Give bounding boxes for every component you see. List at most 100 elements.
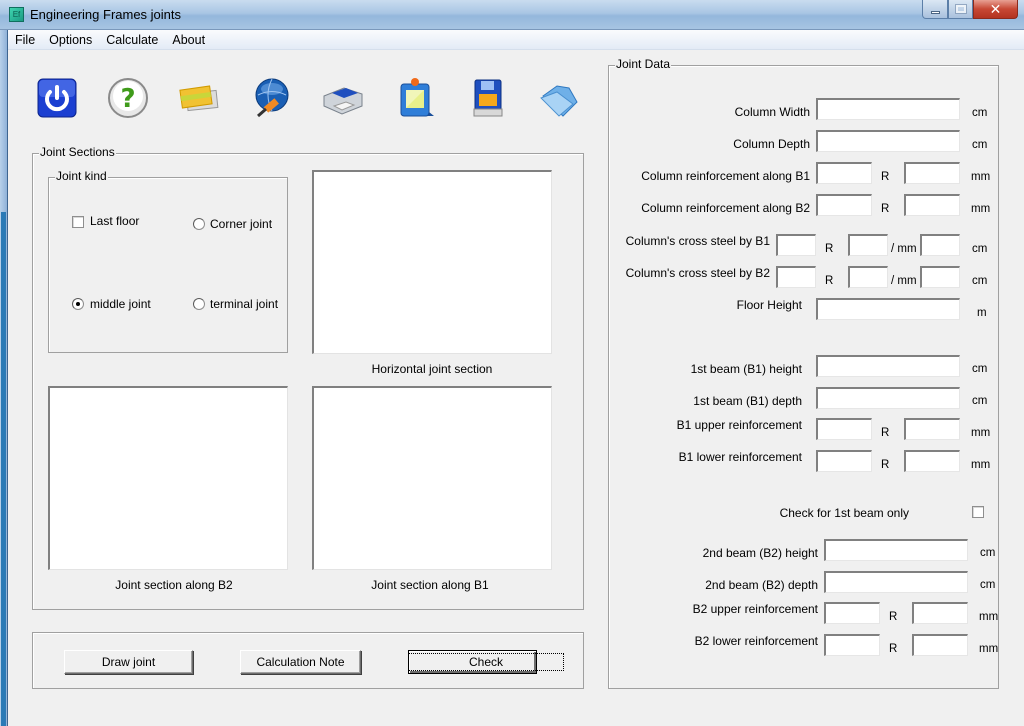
last-floor-label[interactable]: Last floor — [90, 214, 139, 228]
calculation-note-button[interactable]: Calculation Note — [240, 650, 361, 674]
section-b1-canvas — [312, 386, 552, 570]
b2-upper-unit: mm — [979, 611, 999, 623]
b2-height-unit: cm — [980, 547, 996, 559]
b1-lower-count-input[interactable] — [816, 450, 872, 472]
save-icon[interactable] — [466, 76, 510, 120]
middle-joint-label[interactable]: middle joint — [90, 297, 151, 311]
minimize-button[interactable] — [922, 0, 948, 19]
b2-height-input[interactable] — [824, 539, 968, 561]
terminal-joint-radio[interactable] — [193, 298, 205, 310]
cross-b1-sep: R — [825, 243, 834, 255]
window-title: Engineering Frames joints — [30, 7, 182, 22]
close-button[interactable]: ✕ — [973, 0, 1018, 19]
cross-b2-unit: cm — [972, 275, 988, 287]
col-reinf-b2-dia-input[interactable] — [904, 194, 960, 216]
col-reinf-b1-unit: mm — [971, 171, 991, 183]
column-width-input[interactable] — [816, 98, 960, 120]
column-width-label: Column Width — [734, 105, 810, 119]
check-button-label: Check — [407, 653, 565, 671]
middle-joint-radio[interactable] — [72, 298, 84, 310]
check-first-beam-label[interactable]: Check for 1st beam only — [780, 506, 909, 520]
b1-upper-dia-input[interactable] — [904, 418, 960, 440]
maximize-button[interactable] — [948, 0, 973, 19]
frame-icon[interactable] — [394, 76, 438, 120]
printer-icon[interactable] — [320, 76, 364, 120]
check-first-beam-checkbox[interactable] — [972, 506, 984, 518]
joint-data-legend: Joint Data — [615, 57, 672, 71]
cross-b2-label: Column's cross steel by B2 — [625, 266, 770, 280]
corner-joint-radio[interactable] — [193, 218, 205, 230]
b2-depth-label: 2nd beam (B2) depth — [705, 578, 818, 592]
b2-depth-input[interactable] — [824, 571, 968, 593]
b2-upper-dia-input[interactable] — [912, 602, 968, 624]
b2-upper-count-input[interactable] — [824, 602, 880, 624]
terminal-joint-label[interactable]: terminal joint — [210, 297, 278, 311]
joint-sections-legend: Joint Sections — [39, 145, 116, 159]
b1-lower-sep: R — [881, 459, 890, 471]
column-depth-input[interactable] — [816, 130, 960, 152]
b2-upper-sep: R — [889, 611, 898, 623]
menu-file[interactable]: File — [8, 33, 42, 47]
b2-lower-dia-input[interactable] — [912, 634, 968, 656]
column-width-unit: cm — [972, 107, 988, 119]
b2-upper-label: B2 upper reinforcement — [692, 602, 818, 616]
globe-brush-icon[interactable] — [250, 76, 294, 120]
floor-height-input[interactable] — [816, 298, 960, 320]
col-reinf-b1-sep: R — [881, 171, 890, 183]
column-depth-label: Column Depth — [733, 137, 810, 151]
b2-lower-count-input[interactable] — [824, 634, 880, 656]
b1-lower-dia-input[interactable] — [904, 450, 960, 472]
power-icon[interactable] — [35, 76, 79, 120]
folder-icon[interactable] — [537, 76, 581, 120]
joint-kind-group — [48, 177, 288, 353]
cross-b1-per: / mm — [891, 243, 917, 255]
cross-b2-sep: R — [825, 275, 834, 287]
cross-b1-spacing-input[interactable] — [920, 234, 960, 256]
cross-b2-dia-input[interactable] — [848, 266, 888, 288]
b2-height-label: 2nd beam (B2) height — [702, 546, 818, 560]
draw-joint-button[interactable]: Draw joint — [64, 650, 193, 674]
b1-upper-sep: R — [881, 427, 890, 439]
b1-upper-count-input[interactable] — [816, 418, 872, 440]
column-depth-unit: cm — [972, 139, 988, 151]
col-reinf-b2-count-input[interactable] — [816, 194, 872, 216]
b2-depth-unit: cm — [980, 579, 996, 591]
cross-b2-spacing-input[interactable] — [920, 266, 960, 288]
horizontal-section-canvas — [312, 170, 552, 354]
section-b1-caption: Joint section along B1 — [371, 578, 489, 592]
col-reinf-b1-count-input[interactable] — [816, 162, 872, 184]
cross-b2-count-input[interactable] — [776, 266, 816, 288]
cross-b1-unit: cm — [972, 243, 988, 255]
cards-icon[interactable] — [177, 76, 221, 120]
b2-lower-label: B2 lower reinforcement — [694, 634, 818, 648]
col-reinf-b1-label: Column reinforcement along B1 — [641, 169, 810, 183]
menu-bar: File Options Calculate About — [8, 30, 1024, 50]
close-icon: ✕ — [989, 0, 1002, 17]
joint-data-group — [608, 65, 999, 689]
menu-about[interactable]: About — [165, 33, 212, 47]
b2-lower-unit: mm — [979, 643, 999, 655]
cross-b1-label: Column's cross steel by B1 — [625, 234, 770, 248]
last-floor-checkbox[interactable] — [72, 216, 84, 228]
corner-joint-label[interactable]: Corner joint — [210, 217, 272, 231]
b1-lower-unit: mm — [971, 459, 991, 471]
window-frame-left — [0, 30, 8, 726]
menu-options[interactable]: Options — [42, 33, 99, 47]
col-reinf-b1-dia-input[interactable] — [904, 162, 960, 184]
b1-depth-input[interactable] — [816, 387, 960, 409]
minimize-icon — [930, 10, 940, 14]
cross-b1-dia-input[interactable] — [848, 234, 888, 256]
floor-height-label: Floor Height — [736, 298, 802, 312]
horizontal-section-caption: Horizontal joint section — [371, 362, 493, 376]
cross-b1-count-input[interactable] — [776, 234, 816, 256]
b1-upper-label: B1 upper reinforcement — [676, 418, 802, 432]
check-button[interactable]: Check — [407, 650, 565, 674]
title-bar: Ef Engineering Frames joints ✕ — [0, 0, 1024, 30]
col-reinf-b2-unit: mm — [971, 203, 991, 215]
b1-height-input[interactable] — [816, 355, 960, 377]
floor-height-unit: m — [977, 307, 987, 319]
b1-lower-label: B1 lower reinforcement — [678, 450, 802, 464]
col-reinf-b2-label: Column reinforcement along B2 — [641, 201, 810, 215]
help-icon[interactable]: ? — [106, 76, 150, 120]
menu-calculate[interactable]: Calculate — [99, 33, 165, 47]
